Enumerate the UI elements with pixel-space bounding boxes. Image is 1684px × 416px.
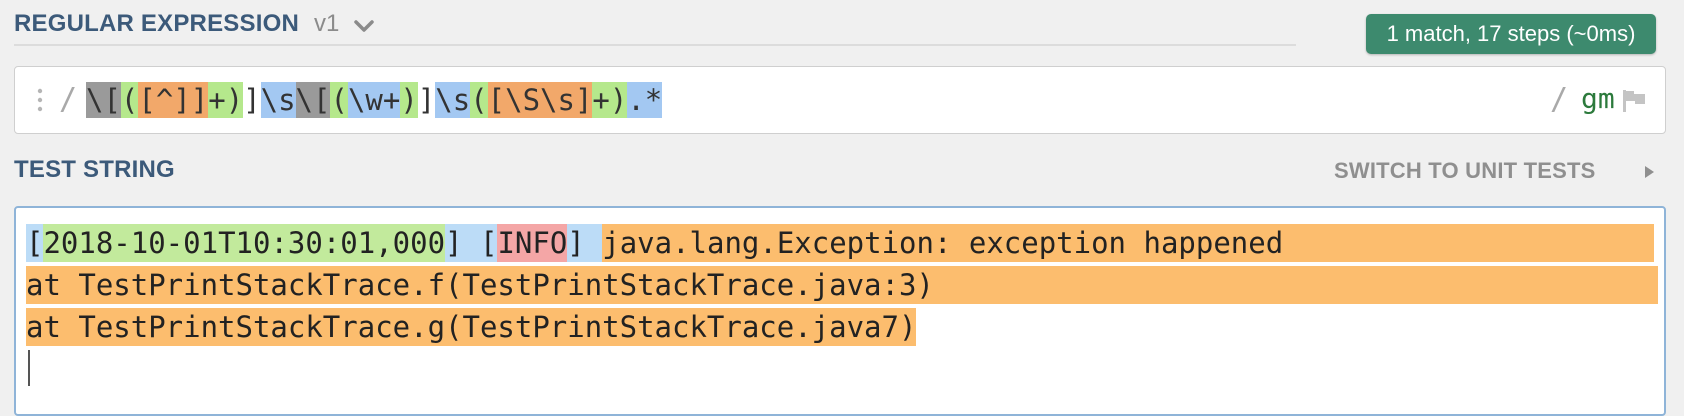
regex-token: [^]] (138, 82, 209, 118)
match-fill (1283, 224, 1655, 262)
switch-to-unit-tests-link[interactable]: SWITCH TO UNIT TESTS (1334, 158, 1595, 184)
test-string-title: TEST STRING (14, 156, 175, 183)
regex-token: ] (243, 83, 261, 117)
regex-flags[interactable]: gm (1581, 82, 1615, 115)
header-divider (14, 44, 1296, 46)
regex-input[interactable]: / \[([^]] +)] \s \[(\w+)] \s([\S\s] +) .* / gm (14, 66, 1666, 134)
test-line-1: [2018-10-01T10:30:01,000] [INFO] java.la… (26, 224, 1655, 262)
chevron-down-icon[interactable] (352, 14, 376, 38)
regex-token: .* (627, 82, 663, 118)
text-caret (28, 350, 30, 386)
regex-delimiter-open: / (59, 82, 78, 117)
regex-token: \w+ (347, 82, 401, 118)
group-1-highlight: [2018-10-01T10:30:01,000] [INFO] (26, 224, 603, 262)
test-string-editor[interactable]: [2018-10-01T10:30:01,000] [INFO] java.la… (14, 206, 1666, 416)
match-info-badge: 1 match, 17 steps (~0ms) (1366, 14, 1656, 54)
level-match: INFO (497, 224, 568, 262)
level-open-bracket: [ (479, 226, 498, 260)
open-bracket: [ (26, 226, 44, 260)
regex-token: ( (330, 82, 348, 118)
regex-token: \[ (295, 82, 331, 118)
regex-token: +) (592, 82, 628, 118)
flag-icon[interactable] (1621, 89, 1647, 113)
test-line-3: at TestPrintStackTrace.g(TestPrintStackT… (26, 308, 917, 346)
drag-handle-icon[interactable] (35, 87, 45, 113)
regex-token: +) (208, 82, 244, 118)
regex-section-title: REGULAR EXPRESSION (14, 10, 299, 37)
regex-token: \[ (86, 82, 121, 118)
regex-delimiter-close: / (1550, 82, 1569, 117)
regex-token: ( (120, 82, 139, 118)
message-match: java.lang.Exception: exception happened (602, 224, 1284, 262)
regex-pattern[interactable]: \[([^]] +)] \s \[(\w+)] \s([\S\s] +) .* (86, 82, 663, 118)
regex-token: ( (470, 82, 488, 118)
level-close-bracket: ] (567, 226, 585, 260)
test-line-2: at TestPrintStackTrace.f(TestPrintStackT… (26, 266, 1658, 304)
timestamp-match: 2018-10-01T10:30:01,000 (43, 224, 446, 262)
close-bracket: ] (445, 226, 463, 260)
version-selector[interactable]: v1 (314, 10, 339, 38)
regex-token: \s (435, 82, 471, 118)
regex-token: ) (400, 82, 418, 118)
regex-token: \s (260, 82, 296, 118)
regex-token: [\S\s] (487, 82, 593, 118)
triangle-right-icon[interactable] (1642, 164, 1656, 180)
regex-token: ] (417, 83, 436, 117)
